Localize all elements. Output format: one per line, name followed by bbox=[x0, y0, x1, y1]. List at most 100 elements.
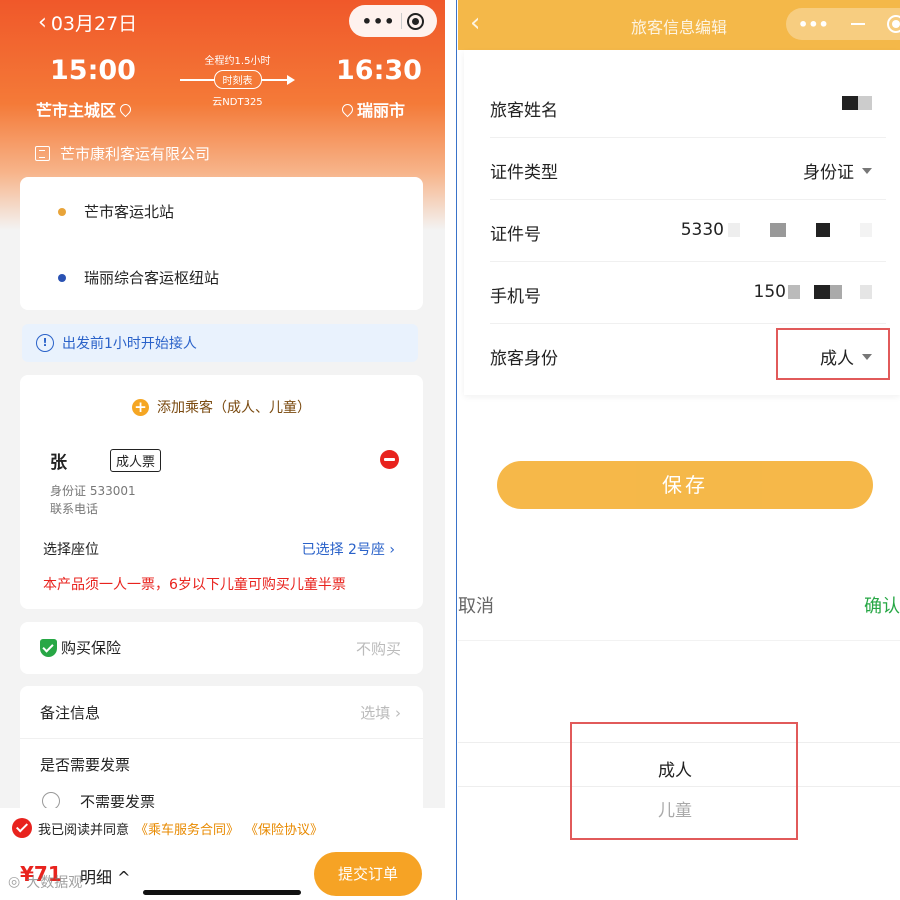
chevron-right-icon: › bbox=[389, 542, 395, 558]
agree-checkbox[interactable] bbox=[12, 818, 32, 838]
board-dot-icon bbox=[58, 207, 66, 216]
name-value-redacted bbox=[842, 96, 872, 110]
redaction-block bbox=[842, 96, 858, 110]
save-button[interactable]: 保存 bbox=[497, 461, 873, 509]
company-row: 芒市康利客运有限公司 bbox=[35, 143, 210, 164]
watermark: ◎ 大数据观 bbox=[8, 872, 82, 892]
divider bbox=[20, 738, 423, 739]
insurance-label: 购买保险 bbox=[61, 639, 122, 657]
pickup-notice: ! 出发前1小时开始接人 bbox=[22, 324, 418, 362]
detail-label: 明细 bbox=[80, 868, 113, 887]
add-passenger-label: 添加乘客（成人、儿童） bbox=[157, 400, 311, 416]
identity-highlight-box bbox=[776, 328, 890, 380]
watermark-logo-icon: ◎ bbox=[8, 874, 21, 890]
more-icon[interactable]: ••• bbox=[798, 15, 829, 34]
close-target-icon[interactable] bbox=[407, 12, 425, 30]
home-indicator bbox=[143, 890, 301, 895]
trip-middle: 全程约1.5小时 时刻表 云NDT325 bbox=[180, 52, 295, 108]
bottom-bar: 我已阅读并同意 《乘车服务合同》 《保险协议》 ¥71 明细 ^ 提交订单 ◎ … bbox=[0, 808, 445, 900]
remark-invoice-card: 备注信息 选填 › 是否需要发票 不需要发票 bbox=[20, 686, 423, 816]
picker-divider bbox=[458, 640, 900, 641]
chevron-right-icon: › bbox=[395, 704, 401, 722]
arrive-time: 16:30 bbox=[336, 55, 422, 86]
add-passenger-button[interactable]: + 添加乘客（成人、儿童） bbox=[20, 397, 423, 417]
redaction-block bbox=[858, 96, 872, 110]
minimize-icon[interactable] bbox=[850, 23, 865, 25]
field-id-type[interactable]: 证件类型 身份证 bbox=[490, 138, 886, 200]
id-number-text: 5330 bbox=[680, 220, 724, 240]
back-date-button[interactable]: ‹ 03月27日 bbox=[38, 9, 137, 36]
board-stop-label: 芒市客运北站 bbox=[84, 203, 175, 221]
price-detail-toggle[interactable]: 明细 ^ bbox=[80, 864, 131, 888]
insurance-agreement-link[interactable]: 《保险协议》 bbox=[245, 819, 323, 838]
remark-input[interactable]: 选填 › bbox=[360, 702, 401, 723]
submit-order-button[interactable]: 提交订单 bbox=[314, 852, 422, 896]
arrive-place[interactable]: 瑞丽市 bbox=[339, 97, 405, 121]
insurance-label-group: 购买保险 bbox=[40, 637, 121, 658]
seat-value: 已选择 2号座 bbox=[301, 542, 385, 558]
field-label: 证件类型 bbox=[490, 163, 558, 183]
location-pin-icon bbox=[117, 101, 134, 117]
chevron-left-icon: ‹ bbox=[38, 9, 47, 35]
field-label: 证件号 bbox=[490, 225, 541, 245]
field-id-number[interactable]: 证件号 5330 bbox=[490, 200, 886, 262]
duration-label: 全程约1.5小时 bbox=[204, 56, 271, 67]
ticket-warning: 本产品须一人一票，6岁以下儿童可购买儿童半票 bbox=[43, 577, 346, 593]
insurance-row[interactable]: 购买保险 不购买 bbox=[20, 622, 423, 674]
depart-place-label: 芒市主城区 bbox=[36, 101, 117, 120]
picker-confirm-button[interactable]: 确认 bbox=[864, 592, 900, 618]
timetable-button[interactable]: 时刻表 bbox=[213, 70, 262, 89]
capsule-divider bbox=[400, 13, 402, 29]
seat-select-link[interactable]: 已选择 2号座 › bbox=[302, 539, 395, 559]
passenger-name: 张 bbox=[50, 453, 67, 473]
phone-value: 150 bbox=[754, 282, 872, 302]
close-target-icon[interactable] bbox=[886, 15, 900, 33]
mini-program-capsule[interactable]: ••• bbox=[786, 8, 900, 40]
depart-time: 15:00 bbox=[50, 55, 136, 86]
field-phone[interactable]: 手机号 150 bbox=[490, 262, 886, 324]
redaction-block bbox=[816, 223, 830, 237]
mini-program-capsule[interactable]: ••• bbox=[349, 5, 437, 37]
id-number-value: 5330 bbox=[681, 220, 872, 240]
depart-place[interactable]: 芒市主城区 bbox=[36, 97, 134, 121]
passenger-phone: 联系电话 bbox=[50, 502, 99, 516]
redaction-block bbox=[788, 285, 800, 299]
redaction-block bbox=[728, 223, 740, 237]
seat-label: 选择座位 bbox=[43, 542, 99, 558]
field-label: 手机号 bbox=[490, 287, 541, 307]
location-pin-icon bbox=[339, 101, 356, 117]
more-icon[interactable]: ••• bbox=[362, 12, 396, 31]
remove-passenger-icon[interactable] bbox=[380, 450, 399, 469]
alight-dot-icon bbox=[58, 273, 66, 282]
redaction-block bbox=[860, 223, 872, 237]
agreement-row: 我已阅读并同意 《乘车服务合同》 《保险协议》 bbox=[12, 818, 323, 838]
picker-highlight-box bbox=[570, 722, 798, 840]
bus-number: 云NDT325 bbox=[212, 97, 263, 108]
order-screen: ‹ 03月27日 ••• 15:00 16:30 全程约1.5小时 时刻表 云N… bbox=[0, 0, 445, 900]
picker-cancel-button[interactable]: 取消 bbox=[458, 592, 494, 618]
redaction-block bbox=[814, 285, 830, 299]
route-arrow: 时刻表 bbox=[180, 70, 295, 90]
passenger-edit-screen: ‹ 旅客信息编辑 ••• 旅客姓名 证件类型 身份证 证件号 5330 手机号 … bbox=[458, 0, 900, 900]
field-passenger-name[interactable]: 旅客姓名 bbox=[490, 76, 886, 138]
redaction-block bbox=[860, 285, 872, 299]
invoice-label: 是否需要发票 bbox=[40, 756, 131, 774]
stop-item-alight: 瑞丽综合客运枢纽站 bbox=[58, 267, 219, 288]
agree-text: 我已阅读并同意 bbox=[38, 822, 130, 838]
company-name: 芒市康利客运有限公司 bbox=[60, 145, 211, 163]
insurance-value: 不购买 bbox=[355, 640, 401, 658]
field-label: 旅客身份 bbox=[490, 349, 558, 369]
contract-link[interactable]: 《乘车服务合同》 bbox=[135, 819, 239, 838]
building-icon bbox=[35, 146, 50, 161]
redaction-block bbox=[770, 223, 786, 237]
shield-check-icon bbox=[40, 638, 57, 657]
stops-card: 芒市客运北站 瑞丽综合客运枢纽站 bbox=[20, 177, 423, 310]
chevron-up-icon: ^ bbox=[117, 868, 131, 887]
passenger-id: 身份证 533001 bbox=[50, 484, 136, 498]
edit-header: ‹ 旅客信息编辑 ••• bbox=[458, 0, 900, 50]
passenger-card: + 添加乘客（成人、儿童） 张 成人票 身份证 533001 联系电话 选择座位… bbox=[20, 375, 423, 609]
stop-item-board: 芒市客运北站 bbox=[58, 201, 174, 222]
remark-label: 备注信息 bbox=[40, 704, 101, 722]
panel-divider bbox=[445, 0, 457, 900]
watermark-text: 大数据观 bbox=[26, 875, 83, 891]
